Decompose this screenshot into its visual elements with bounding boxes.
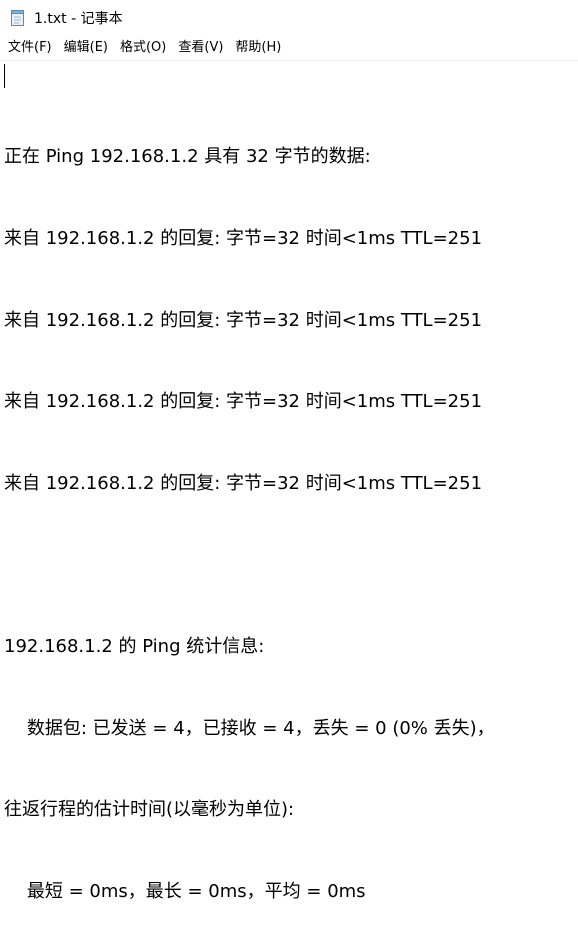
text-caret <box>4 64 5 88</box>
menu-help[interactable]: 帮助(H) <box>230 37 286 59</box>
window-title: 1.txt - 记事本 <box>34 11 123 27</box>
menu-bar: 文件(F) 编辑(E) 格式(O) 查看(V) 帮助(H) <box>0 36 578 61</box>
menu-edit[interactable]: 编辑(E) <box>59 37 113 59</box>
document-text[interactable]: 正在 Ping 192.168.1.2 具有 32 字节的数据: 来自 192.… <box>4 89 574 940</box>
notepad-window: 1.txt - 记事本 文件(F) 编辑(E) 格式(O) 查看(V) 帮助(H… <box>0 0 578 902</box>
menu-view[interactable]: 查看(V) <box>173 37 228 59</box>
menu-format[interactable]: 格式(O) <box>115 37 171 59</box>
document-line: 来自 192.168.1.2 的回复: 字节=32 时间<1ms TTL=251 <box>4 391 483 413</box>
document-line: 数据包: 已发送 = 4，已接收 = 4，丢失 = 0 (0% 丢失)， <box>4 717 495 739</box>
title-bar[interactable]: 1.txt - 记事本 <box>0 0 578 36</box>
document-line: 最短 = 0ms，最长 = 0ms，平均 = 0ms <box>4 880 366 902</box>
document-line: 正在 Ping 192.168.1.2 具有 32 字节的数据: <box>4 146 371 168</box>
document-line: 192.168.1.2 的 Ping 统计信息: <box>4 635 265 657</box>
text-editor[interactable]: 正在 Ping 192.168.1.2 具有 32 字节的数据: 来自 192.… <box>0 60 578 902</box>
document-line: 往返行程的估计时间(以毫秒为单位): <box>4 799 295 821</box>
document-line: 来自 192.168.1.2 的回复: 字节=32 时间<1ms TTL=251 <box>4 309 483 331</box>
menu-file[interactable]: 文件(F) <box>3 37 57 59</box>
document-line: 来自 192.168.1.2 的回复: 字节=32 时间<1ms TTL=251 <box>4 472 483 494</box>
notepad-icon <box>10 9 26 27</box>
document-line: 来自 192.168.1.2 的回复: 字节=32 时间<1ms TTL=251 <box>4 228 483 249</box>
